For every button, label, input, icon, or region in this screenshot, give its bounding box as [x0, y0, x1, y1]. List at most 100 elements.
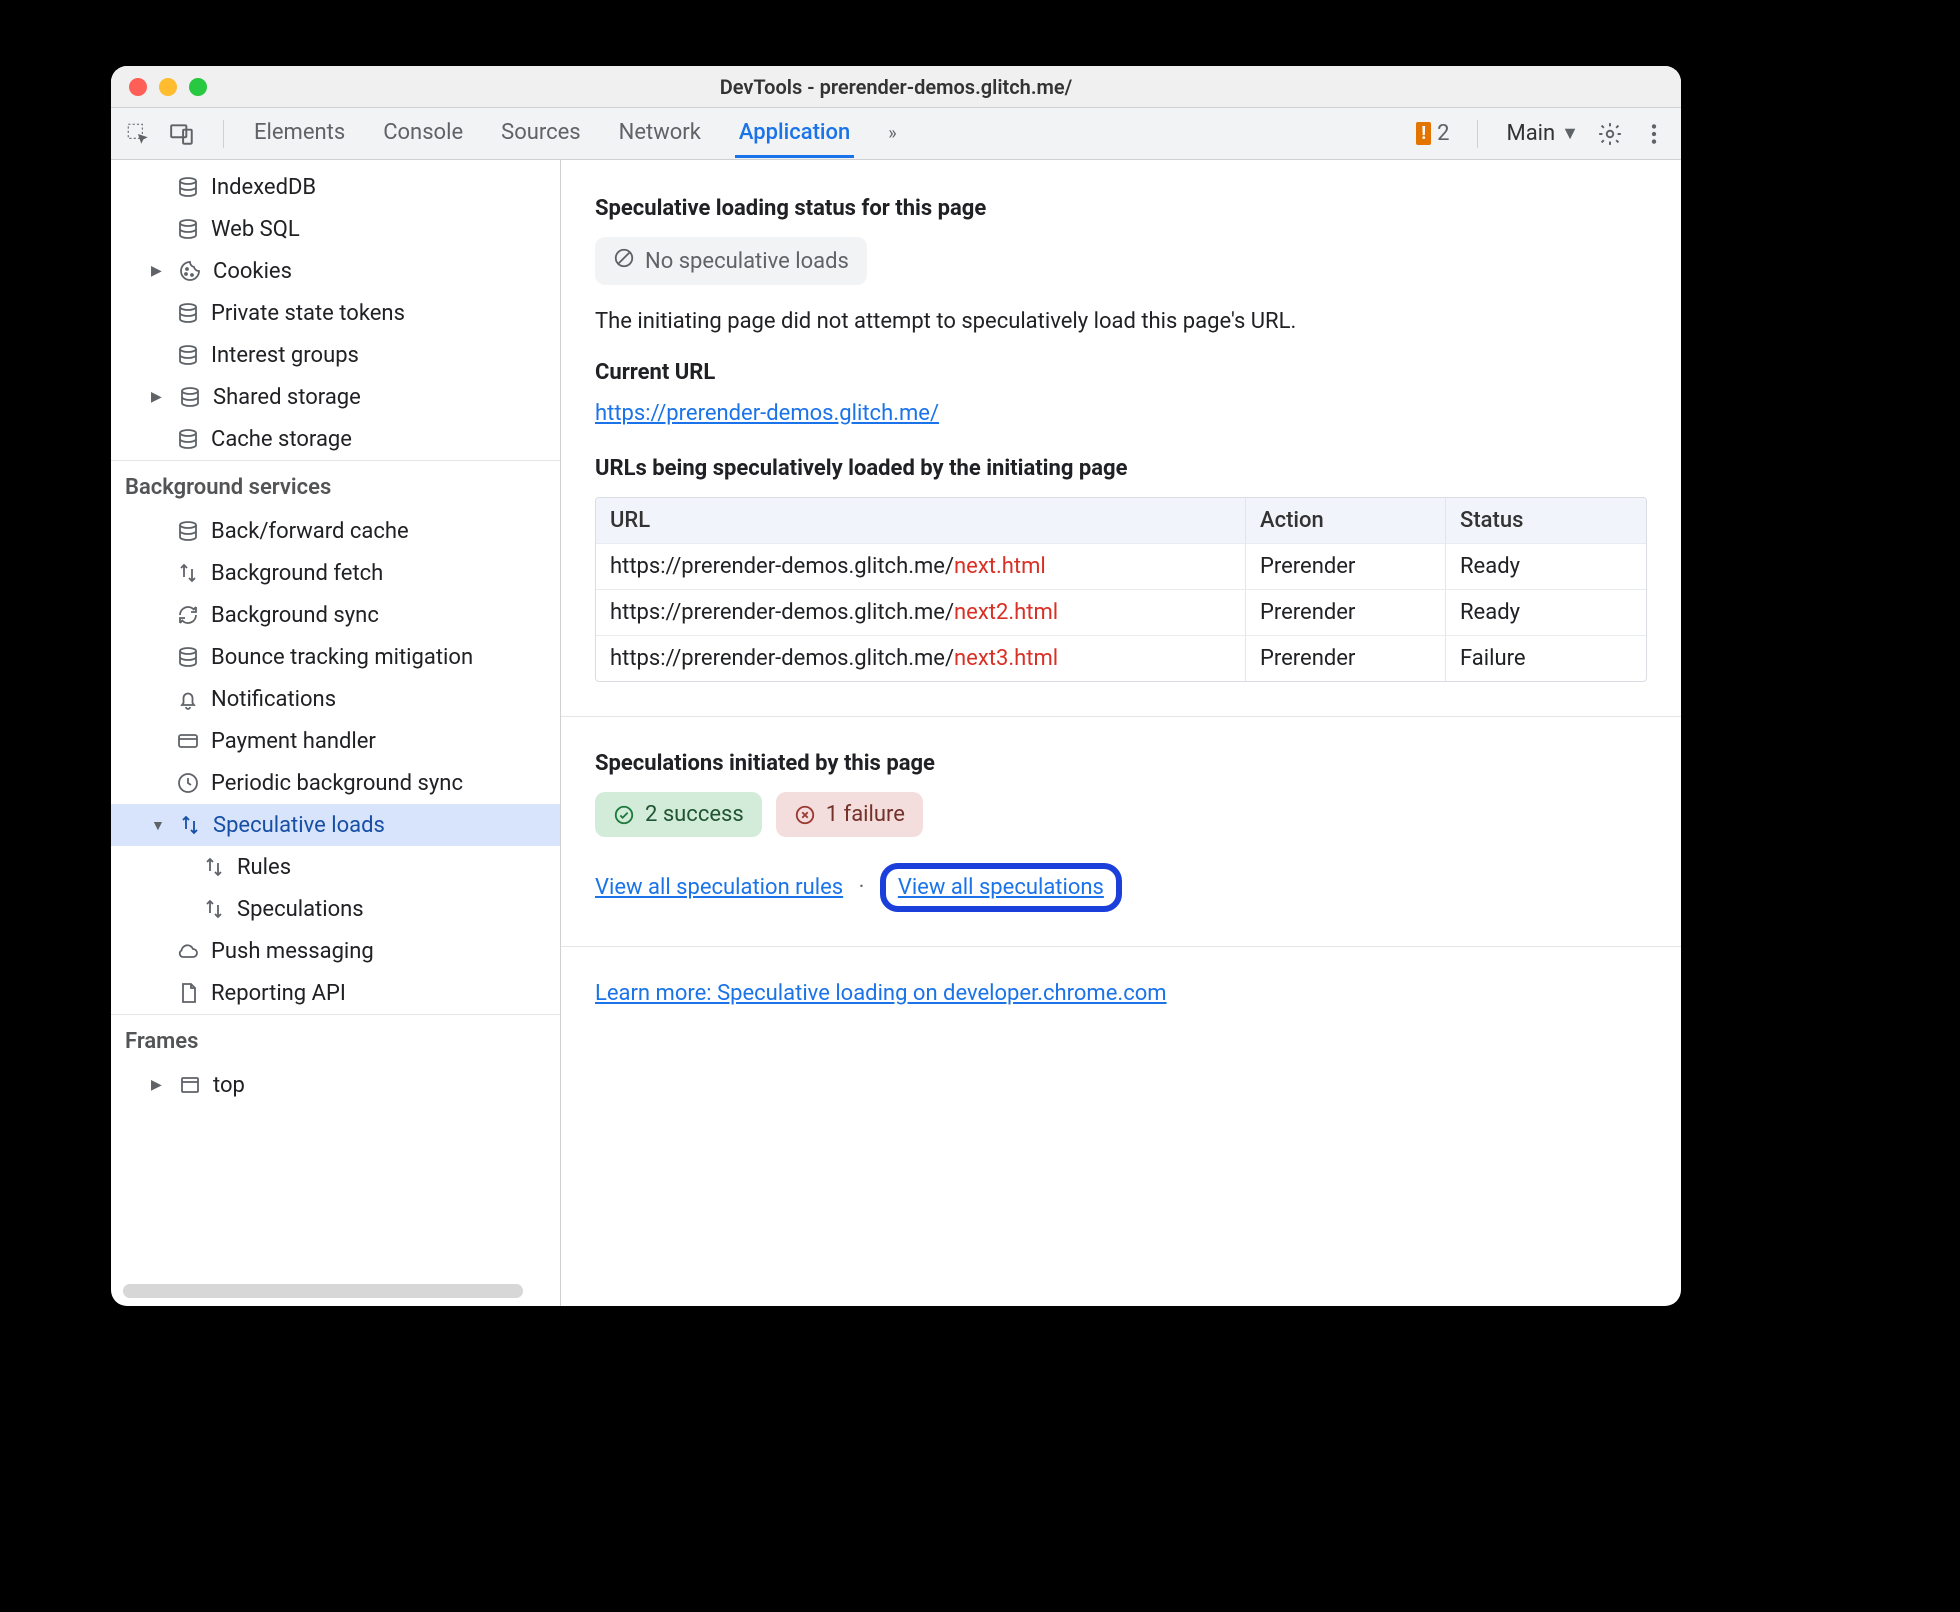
sidebar-item-speculations[interactable]: Speculations: [111, 888, 560, 930]
col-action[interactable]: Action: [1246, 498, 1446, 543]
sidebar-item-bounce-tracking-mitigation[interactable]: Bounce tracking mitigation: [111, 636, 560, 678]
sidebar-item-cookies[interactable]: ▶ Cookies: [111, 250, 560, 292]
close-window-button[interactable]: [129, 78, 147, 96]
view-rules-link[interactable]: View all speculation rules: [595, 875, 843, 900]
tab-application[interactable]: Application: [735, 110, 854, 158]
devtools-toolbar: Elements Console Sources Network Applica…: [111, 108, 1681, 160]
sidebar-section-frames: Frames: [111, 1014, 560, 1064]
sidebar-item-label: Cache storage: [211, 427, 352, 452]
sidebar-item-indexeddb[interactable]: IndexedDB: [111, 166, 560, 208]
sidebar-item-reporting-api[interactable]: Reporting API: [111, 972, 560, 1014]
cell-url: https://prerender-demos.glitch.me/next2.…: [596, 590, 1246, 635]
sidebar-item-interest-groups[interactable]: Interest groups: [111, 334, 560, 376]
sidebar-item-notifications[interactable]: Notifications: [111, 678, 560, 720]
device-toggle-icon[interactable]: [169, 121, 195, 147]
panel-tabs: Elements Console Sources Network Applica…: [250, 110, 901, 157]
expand-arrow-icon: ▶: [151, 1077, 167, 1093]
db-icon: [175, 518, 201, 544]
issues-button[interactable]: ! 2: [1416, 121, 1449, 146]
db-icon: [175, 342, 201, 368]
application-content[interactable]: Speculative loading status for this page…: [561, 160, 1681, 1306]
status-description: The initiating page did not attempt to s…: [595, 309, 1647, 334]
maximize-window-button[interactable]: [189, 78, 207, 96]
window-title: DevTools - prerender-demos.glitch.me/: [111, 75, 1681, 99]
sidebar-item-periodic-background-sync[interactable]: Periodic background sync: [111, 762, 560, 804]
application-sidebar[interactable]: IndexedDB Web SQL ▶ Cookies Private state to…: [111, 160, 561, 1306]
gear-icon[interactable]: [1597, 121, 1623, 147]
db-icon: [175, 174, 201, 200]
updown-icon: [175, 560, 201, 586]
sidebar-item-label: Interest groups: [211, 343, 359, 368]
speculations-heading: Speculations initiated by this page: [595, 751, 1647, 776]
target-selector[interactable]: Main ▼: [1506, 121, 1579, 146]
db-icon: [175, 426, 201, 452]
panel-body: IndexedDB Web SQL ▶ Cookies Private state to…: [111, 160, 1681, 1306]
window-controls: [111, 78, 207, 96]
cell-status: Ready: [1446, 544, 1646, 589]
current-url-link[interactable]: https://prerender-demos.glitch.me/: [595, 401, 939, 426]
sidebar-item-label: Background fetch: [211, 561, 383, 586]
learn-more-link[interactable]: Learn more: Speculative loading on devel…: [595, 981, 1167, 1006]
sidebar-item-background-sync[interactable]: Background sync: [111, 594, 560, 636]
cookie-icon: [177, 258, 203, 284]
warning-count: 2: [1437, 121, 1449, 146]
table-row[interactable]: https://prerender-demos.glitch.me/next2.…: [596, 589, 1646, 635]
sidebar-item-background-fetch[interactable]: Background fetch: [111, 552, 560, 594]
cloud-icon: [175, 938, 201, 964]
sidebar-item-label: Shared storage: [213, 385, 361, 410]
sidebar-item-private-state-tokens[interactable]: Private state tokens: [111, 292, 560, 334]
sync-icon: [175, 602, 201, 628]
sidebar-item-web-sql[interactable]: Web SQL: [111, 208, 560, 250]
sidebar-item-label: Web SQL: [211, 217, 300, 242]
sidebar-item-label: Reporting API: [211, 981, 346, 1006]
view-speculations-link[interactable]: View all speculations: [898, 875, 1104, 900]
cell-status: Ready: [1446, 590, 1646, 635]
success-badge: 2 success: [595, 792, 762, 837]
tabs-overflow-icon[interactable]: »: [884, 110, 900, 157]
sidebar-item-push-messaging[interactable]: Push messaging: [111, 930, 560, 972]
sidebar-item-label: Push messaging: [211, 939, 374, 964]
status-heading: Speculative loading status for this page: [595, 196, 1647, 221]
sidebar-section-background-services: Background services: [111, 460, 560, 510]
sidebar-item-cache-storage[interactable]: Cache storage: [111, 418, 560, 460]
expand-arrow-icon: ▼: [151, 817, 167, 834]
sidebar-item-label: Speculative loads: [213, 813, 385, 838]
sidebar-item-shared-storage[interactable]: ▶Shared storage: [111, 376, 560, 418]
warning-icon: !: [1416, 122, 1431, 145]
chevron-down-icon: ▼: [1561, 123, 1579, 144]
devtools-window: DevTools - prerender-demos.glitch.me/ El…: [111, 66, 1681, 1306]
window-icon: [177, 1072, 203, 1098]
sidebar-item-rules[interactable]: Rules: [111, 846, 560, 888]
col-status[interactable]: Status: [1446, 498, 1646, 543]
db-icon: [175, 644, 201, 670]
updown-icon: [201, 896, 227, 922]
tab-sources[interactable]: Sources: [497, 110, 585, 157]
tab-console[interactable]: Console: [379, 110, 467, 157]
sidebar-item-back-forward-cache[interactable]: Back/forward cache: [111, 510, 560, 552]
card-icon: [175, 728, 201, 754]
sidebar-item-top[interactable]: ▶top: [111, 1064, 560, 1106]
minimize-window-button[interactable]: [159, 78, 177, 96]
table-row[interactable]: https://prerender-demos.glitch.me/next.h…: [596, 543, 1646, 589]
current-url-heading: Current URL: [595, 360, 1647, 385]
inspect-icon[interactable]: [125, 121, 151, 147]
updown-icon: [201, 854, 227, 880]
sidebar-item-label: Periodic background sync: [211, 771, 463, 796]
sidebar-item-payment-handler[interactable]: Payment handler: [111, 720, 560, 762]
col-url[interactable]: URL: [596, 498, 1246, 543]
tab-elements[interactable]: Elements: [250, 110, 349, 157]
sidebar-item-speculative-loads[interactable]: ▼ Speculative loads: [111, 804, 560, 846]
titlebar: DevTools - prerender-demos.glitch.me/: [111, 66, 1681, 108]
horizontal-scrollbar[interactable]: [123, 1284, 523, 1298]
sidebar-item-label: Speculations: [237, 897, 364, 922]
kebab-menu-icon[interactable]: [1641, 121, 1667, 147]
urls-heading: URLs being speculatively loaded by the i…: [595, 456, 1647, 481]
doc-icon: [175, 980, 201, 1006]
tab-network[interactable]: Network: [615, 110, 705, 157]
sidebar-item-label: Cookies: [213, 259, 292, 284]
clock-icon: [175, 770, 201, 796]
table-row[interactable]: https://prerender-demos.glitch.me/next3.…: [596, 635, 1646, 681]
db-icon: [175, 216, 201, 242]
expand-arrow-icon: ▶: [151, 263, 167, 279]
db-icon: [177, 384, 203, 410]
